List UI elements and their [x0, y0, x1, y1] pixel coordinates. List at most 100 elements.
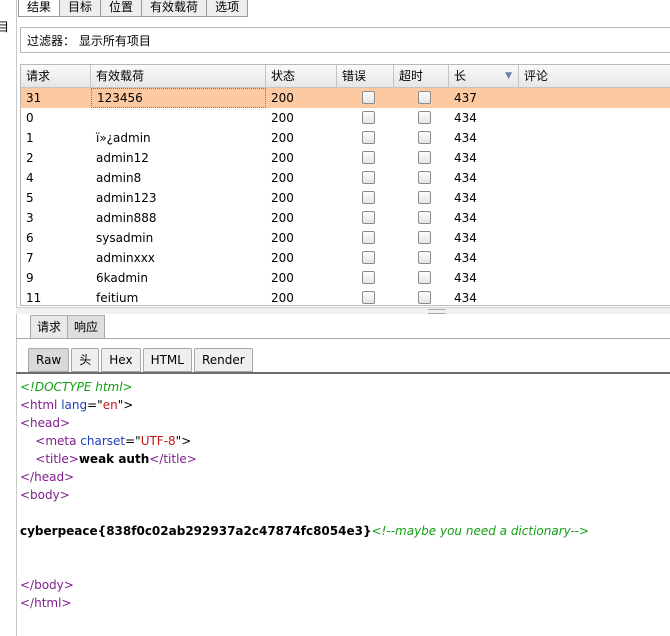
timeout-checkbox[interactable] — [417, 131, 431, 144]
tab-html[interactable]: HTML — [142, 348, 192, 372]
cell-status: 200 — [271, 171, 294, 185]
cell-status: 200 — [271, 111, 294, 125]
timeout-checkbox[interactable] — [417, 91, 431, 104]
table-row[interactable]: 7 adminxxx 200 434 — [21, 248, 670, 268]
error-checkbox[interactable] — [361, 171, 375, 184]
table-body: 31 123456 200 437 0 200 434 1 ï»¿admin 200 434 2 adm… — [21, 88, 670, 305]
charset-value: UTF-8 — [140, 434, 176, 448]
cell-payload: 123456 — [91, 88, 266, 108]
message-tabs-line — [16, 338, 670, 339]
tab-results[interactable]: 结果 — [18, 0, 61, 17]
code-line: <title>weak auth</title> — [20, 450, 589, 468]
cell-length: 434 — [454, 251, 477, 265]
body-close-tag: </body> — [20, 578, 74, 592]
filter-bar[interactable]: 过滤器： 显示所有项目 — [20, 27, 670, 53]
cell-error — [337, 188, 394, 208]
table-row[interactable]: 31 123456 200 437 — [21, 88, 670, 108]
table-row[interactable]: 1 ï»¿admin 200 434 — [21, 128, 670, 148]
error-checkbox[interactable] — [361, 191, 375, 204]
col-comment[interactable]: 评论 — [519, 65, 670, 87]
cell-timeout — [394, 208, 449, 228]
cell-comment — [519, 188, 670, 208]
timeout-checkbox[interactable] — [417, 211, 431, 224]
table-row[interactable]: 3 admin888 200 434 — [21, 208, 670, 228]
timeout-checkbox[interactable] — [417, 291, 431, 304]
drag-grip-icon[interactable] — [428, 309, 446, 314]
error-checkbox[interactable] — [361, 271, 375, 284]
cell-timeout — [394, 188, 449, 208]
cell-timeout — [394, 128, 449, 148]
error-checkbox[interactable] — [361, 151, 375, 164]
cell-comment — [519, 88, 670, 108]
tab-target[interactable]: 目标 — [59, 0, 102, 17]
table-row[interactable]: 6 sysadmin 200 434 — [21, 228, 670, 248]
table-row[interactable]: 2 admin12 200 434 — [21, 148, 670, 168]
code-line: <html lang="en"> — [20, 396, 589, 414]
tab-positions[interactable]: 位置 — [100, 0, 143, 17]
table-row[interactable]: 5 admin123 200 434 — [21, 188, 670, 208]
table-row[interactable]: 9 6kadmin 200 434 — [21, 268, 670, 288]
col-length[interactable]: 长 ▼ — [449, 65, 519, 87]
col-payload[interactable]: 有效载荷 — [91, 65, 266, 87]
code-line: <head> — [20, 414, 589, 432]
tab-options[interactable]: 选项 — [206, 0, 249, 17]
cell-payload: admin888 — [96, 211, 157, 225]
cell-request: 4 — [26, 171, 34, 185]
cell-request: 7 — [26, 251, 34, 265]
error-checkbox[interactable] — [361, 111, 375, 124]
table-row[interactable]: 11 feitium 200 434 — [21, 288, 670, 305]
error-checkbox[interactable] — [361, 231, 375, 244]
cell-length: 434 — [454, 231, 477, 245]
split-pane-divider[interactable] — [16, 307, 670, 314]
error-checkbox[interactable] — [361, 251, 375, 264]
tab-payloads[interactable]: 有效载荷 — [141, 0, 208, 17]
code-line: <meta charset="UTF-8"> — [20, 432, 589, 450]
cell-payload: feitium — [96, 291, 139, 305]
timeout-checkbox[interactable] — [417, 251, 431, 264]
cell-length: 434 — [454, 211, 477, 225]
error-checkbox[interactable] — [361, 131, 375, 144]
timeout-checkbox[interactable] — [417, 271, 431, 284]
table-row[interactable]: 4 admin8 200 434 — [21, 168, 670, 188]
col-request[interactable]: 请求 — [21, 65, 91, 87]
cell-request: 5 — [26, 191, 34, 205]
timeout-checkbox[interactable] — [417, 171, 431, 184]
tab-hex[interactable]: Hex — [101, 348, 141, 372]
col-status[interactable]: 状态 — [266, 65, 337, 87]
col-error[interactable]: 错误 — [337, 65, 394, 87]
cell-timeout — [394, 148, 449, 168]
cell-error — [337, 148, 394, 168]
tab-request[interactable]: 请求 — [30, 315, 69, 338]
html-open-tag: <html — [20, 398, 58, 412]
tab-response[interactable]: 响应 — [67, 315, 106, 338]
response-body[interactable]: <!DOCTYPE html> <html lang="en"> <head> … — [20, 378, 589, 612]
col-timeout[interactable]: 超时 — [394, 65, 449, 87]
code-line: cyberpeace{838f0c02ab292937a2c47874fc805… — [20, 522, 589, 540]
cell-comment — [519, 288, 670, 305]
left-panel-edge: 目 — [0, 0, 17, 636]
title-close-tag: </title> — [149, 452, 197, 466]
timeout-checkbox[interactable] — [417, 111, 431, 124]
error-checkbox[interactable] — [361, 211, 375, 224]
timeout-checkbox[interactable] — [417, 151, 431, 164]
filter-text: 过滤器： 显示所有项目 — [27, 34, 151, 48]
view-tabs-line — [16, 372, 670, 374]
message-tabs: 请求 响应 — [30, 315, 106, 338]
timeout-checkbox[interactable] — [417, 231, 431, 244]
cell-error — [337, 108, 394, 128]
tab-headers[interactable]: 头 — [71, 348, 100, 372]
error-checkbox[interactable] — [361, 291, 375, 304]
doctype: <!DOCTYPE html> — [20, 380, 133, 394]
cell-length: 434 — [454, 291, 477, 305]
tab-raw[interactable]: Raw — [28, 348, 70, 372]
tab-render[interactable]: Render — [193, 348, 253, 372]
timeout-checkbox[interactable] — [417, 191, 431, 204]
lang-close: "> — [117, 398, 134, 412]
table-row[interactable]: 0 200 434 — [21, 108, 670, 128]
error-checkbox[interactable] — [361, 91, 375, 104]
charset-attr: charset — [76, 434, 126, 448]
head-close-tag: </head> — [20, 470, 75, 484]
cell-comment — [519, 248, 670, 268]
cell-status: 200 — [271, 211, 294, 225]
